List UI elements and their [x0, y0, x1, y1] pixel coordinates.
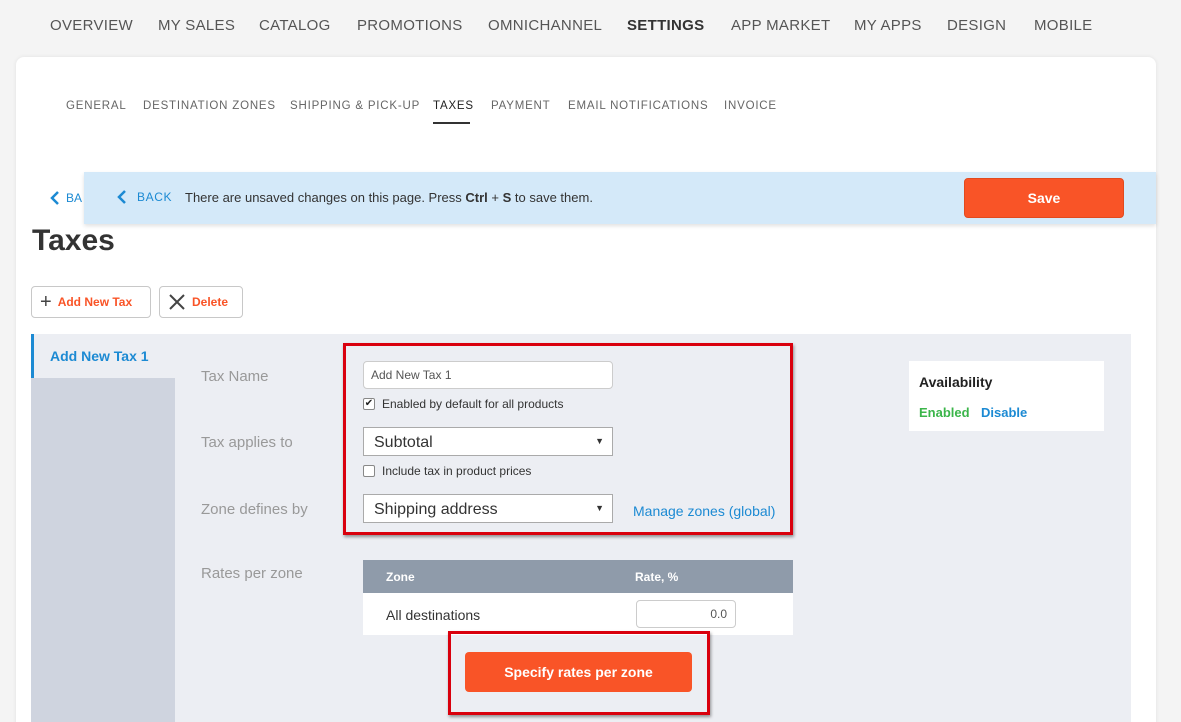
tax-list-sidebar [31, 334, 175, 722]
disable-link[interactable]: Disable [981, 405, 1027, 420]
enabled-default-row: ✔ Enabled by default for all products [363, 397, 563, 411]
availability-panel: Availability Enabled Disable [909, 361, 1104, 431]
nav-omnichannel[interactable]: OMNICHANNEL [488, 17, 602, 34]
nav-app-market[interactable]: APP MARKET [731, 17, 830, 34]
nav-my-sales[interactable]: MY SALES [158, 17, 235, 34]
rate-column-header: Rate, % [635, 570, 679, 584]
caret-down-icon: ▼ [595, 503, 604, 513]
tab-invoice[interactable]: INVOICE [724, 100, 777, 112]
zone-cell: All destinations [386, 607, 481, 623]
nav-design[interactable]: DESIGN [947, 17, 1006, 34]
specify-rates-button[interactable]: Specify rates per zone [465, 652, 692, 692]
nav-mobile[interactable]: MOBILE [1034, 17, 1092, 34]
back-link-underlying[interactable]: BA [50, 190, 82, 206]
nav-my-apps[interactable]: MY APPS [854, 17, 922, 34]
zone-defines-value: Shipping address [374, 501, 498, 518]
nav-catalog[interactable]: CATALOG [259, 17, 331, 34]
manage-zones-link[interactable]: Manage zones (global) [633, 503, 775, 519]
table-row: All destinations [363, 593, 793, 635]
rates-table-header: Zone Rate, % [363, 560, 793, 593]
nav-promotions[interactable]: PROMOTIONS [357, 17, 463, 34]
include-tax-checkbox[interactable] [363, 465, 375, 477]
tab-taxes[interactable]: TAXES [433, 100, 474, 112]
zone-defines-select[interactable]: Shipping address ▼ [363, 494, 613, 523]
save-button[interactable]: Save [964, 178, 1124, 218]
active-tab-indicator [433, 122, 470, 124]
include-tax-label: Include tax in product prices [382, 464, 532, 478]
sidebar-item-add-new-tax-1[interactable]: Add New Tax 1 [31, 334, 175, 378]
tax-applies-select[interactable]: Subtotal ▼ [363, 427, 613, 456]
chevron-left-icon [50, 191, 59, 205]
key-ctrl: Ctrl [465, 190, 488, 205]
close-icon [169, 294, 185, 310]
zone-column-header: Zone [386, 570, 415, 584]
add-new-tax-button[interactable]: + Add New Tax [31, 286, 151, 318]
zone-defines-label: Zone defines by [201, 501, 308, 518]
availability-status: Enabled [919, 405, 970, 420]
unsaved-message: There are unsaved changes on this page. … [185, 190, 593, 205]
rate-input[interactable] [636, 600, 736, 628]
plus-icon: + [40, 291, 52, 313]
tab-shipping-pickup[interactable]: SHIPPING & PICK-UP [290, 100, 420, 112]
rates-table: Zone Rate, % All destinations [363, 560, 793, 635]
enabled-default-checkbox[interactable]: ✔ [363, 398, 375, 410]
chevron-left-icon [117, 190, 126, 204]
tax-applies-label: Tax applies to [201, 434, 293, 451]
nav-settings[interactable]: SETTINGS [627, 17, 704, 34]
enabled-default-label: Enabled by default for all products [382, 397, 564, 411]
key-s: S [502, 190, 512, 205]
back-label: BACK [137, 190, 173, 204]
back-underlying-label: BA [66, 191, 83, 205]
nav-overview[interactable]: OVERVIEW [50, 17, 133, 34]
tax-name-label: Tax Name [201, 368, 269, 385]
top-navigation: OVERVIEW MY SALES CATALOG PROMOTIONS OMN… [0, 0, 1181, 52]
tax-name-input[interactable] [363, 361, 613, 389]
rates-per-zone-label: Rates per zone [201, 565, 303, 582]
availability-title: Availability [919, 374, 993, 390]
delete-button[interactable]: Delete [159, 286, 243, 318]
tab-payment[interactable]: PAYMENT [491, 100, 550, 112]
tax-applies-value: Subtotal [374, 434, 433, 451]
page-title: Taxes [32, 224, 115, 257]
include-tax-row: Include tax in product prices [363, 464, 531, 478]
tab-general[interactable]: GENERAL [66, 100, 127, 112]
tab-destination-zones[interactable]: DESTINATION ZONES [143, 100, 276, 112]
delete-label: Delete [192, 295, 229, 309]
back-link[interactable]: BACK [117, 189, 172, 205]
caret-down-icon: ▼ [595, 436, 604, 446]
add-new-tax-label: Add New Tax [57, 295, 133, 309]
tab-email-notifications[interactable]: EMAIL NOTIFICATIONS [568, 100, 708, 112]
